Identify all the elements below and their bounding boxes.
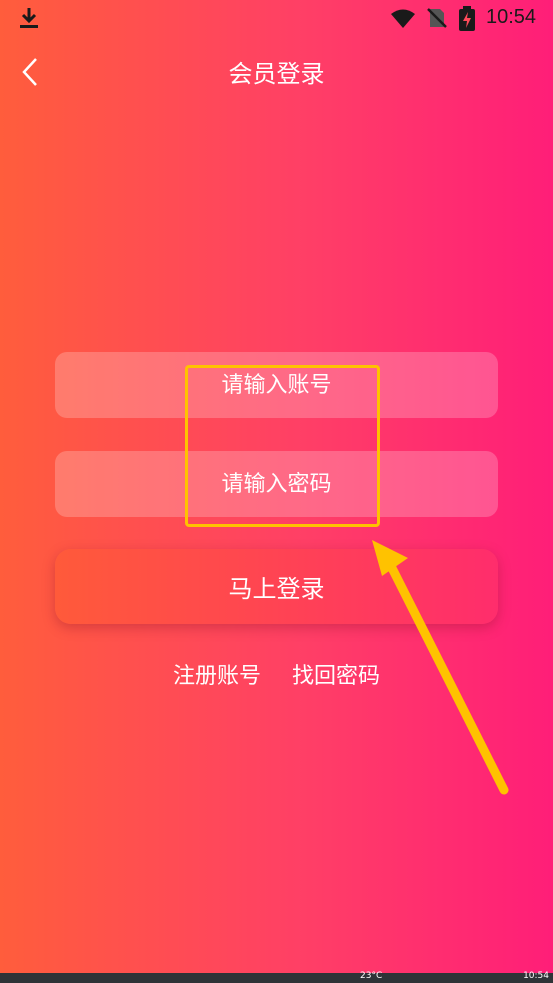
taskbar-temperature: 23°C <box>360 971 383 981</box>
account-input[interactable] <box>55 351 498 419</box>
wifi-icon <box>391 9 415 28</box>
login-button[interactable]: 马上登录 <box>55 549 498 624</box>
taskbar-time: 10:54 <box>523 971 549 981</box>
auth-links: 注册账号 找回密码 <box>0 658 553 690</box>
recover-password-link[interactable]: 找回密码 <box>292 658 380 690</box>
battery-charging-icon <box>459 6 475 31</box>
download-icon <box>20 8 38 28</box>
account-field[interactable] <box>55 351 498 419</box>
nav-bar: 会员登录 <box>0 42 553 98</box>
status-bar: 10:54 <box>0 0 553 36</box>
password-input[interactable] <box>55 450 498 518</box>
page-title: 会员登录 <box>228 60 325 88</box>
register-link[interactable]: 注册账号 <box>173 658 261 690</box>
taskbar: 23°C 10:54 <box>0 971 553 983</box>
status-time: 10:54 <box>486 6 537 28</box>
password-field[interactable] <box>55 450 498 518</box>
no-sim-icon <box>427 8 447 28</box>
